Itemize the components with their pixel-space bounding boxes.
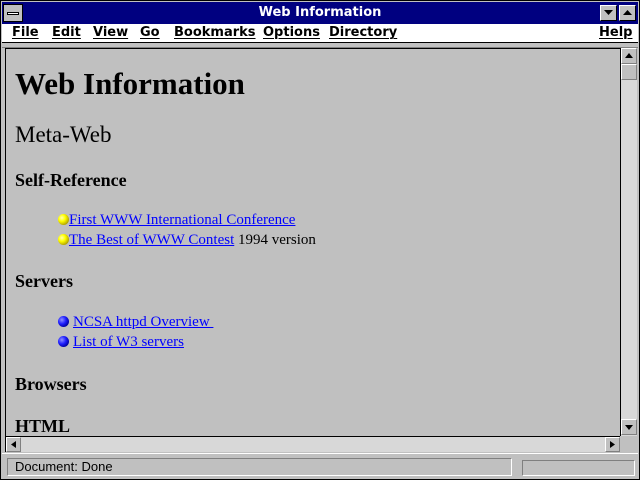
list-item: List of W3 servers <box>73 333 184 351</box>
progress-indicator <box>522 460 635 476</box>
minimize-button[interactable] <box>600 5 617 21</box>
menu-view[interactable]: View <box>93 25 128 41</box>
maximize-arrow-icon <box>623 10 632 15</box>
menu-edit[interactable]: Edit <box>52 25 81 41</box>
subheading-browsers: Browsers <box>15 374 87 394</box>
bullet-icon <box>58 316 69 327</box>
menu-help[interactable]: Help <box>599 25 632 41</box>
list-item: NCSA httpd Overview <box>73 313 213 331</box>
system-menu-icon[interactable] <box>3 4 23 22</box>
scroll-up-button[interactable] <box>621 48 637 64</box>
scroll-left-button[interactable] <box>6 437 21 452</box>
status-bar: Document: Done <box>2 453 638 479</box>
maximize-button[interactable] <box>619 5 636 21</box>
scroll-right-button[interactable] <box>605 437 620 452</box>
list-item: The Best of WWW Contest 1994 version <box>69 231 316 249</box>
menu-bookmarks[interactable]: Bookmarks <box>174 25 256 41</box>
title-bar[interactable]: Web Information <box>2 2 638 24</box>
link-best-of-www-contest[interactable]: The Best of WWW Contest <box>69 232 234 248</box>
horizontal-scrollbar[interactable] <box>5 436 620 452</box>
scrollbar-corner <box>620 436 637 452</box>
vertical-scroll-thumb[interactable] <box>621 64 637 80</box>
list-item-text: 1994 version <box>234 232 316 248</box>
menu-file[interactable]: File <box>12 25 39 41</box>
list-item: First WWW International Conference <box>69 211 295 229</box>
menu-directory[interactable]: Directory <box>329 25 397 41</box>
menu-options[interactable]: Options <box>263 25 320 41</box>
document-content[interactable]: Web Information Meta-Web Self-Reference … <box>5 48 620 436</box>
bullet-icon <box>58 214 69 225</box>
window-title: Web Information <box>258 5 382 20</box>
link-first-www-conference[interactable]: First WWW International Conference <box>69 212 295 228</box>
link-list-of-w3-servers[interactable]: List of W3 servers <box>73 334 184 350</box>
menu-bar: File Edit View Go Bookmarks Options Dire… <box>2 24 638 43</box>
subheading-servers: Servers <box>15 271 73 291</box>
bullet-icon <box>58 336 69 347</box>
scroll-left-arrow-icon <box>11 441 16 448</box>
menu-go[interactable]: Go <box>140 25 160 41</box>
scroll-up-arrow-icon <box>625 53 633 58</box>
bullet-icon <box>58 234 69 245</box>
scroll-down-button[interactable] <box>621 419 637 435</box>
subheading-html: HTML <box>15 416 71 436</box>
minimize-arrow-icon <box>604 10 613 15</box>
browser-window: Web Information File Edit View Go Bookma… <box>0 0 640 480</box>
section-heading-meta-web: Meta-Web <box>15 122 112 147</box>
vertical-scrollbar[interactable] <box>620 48 637 436</box>
subheading-self-reference: Self-Reference <box>15 170 127 190</box>
scroll-down-arrow-icon <box>625 425 633 430</box>
page-heading: Web Information <box>15 66 245 101</box>
scroll-right-arrow-icon <box>610 441 615 448</box>
status-text: Document: Done <box>7 458 512 476</box>
link-ncsa-httpd-overview[interactable]: NCSA httpd Overview <box>73 314 213 330</box>
